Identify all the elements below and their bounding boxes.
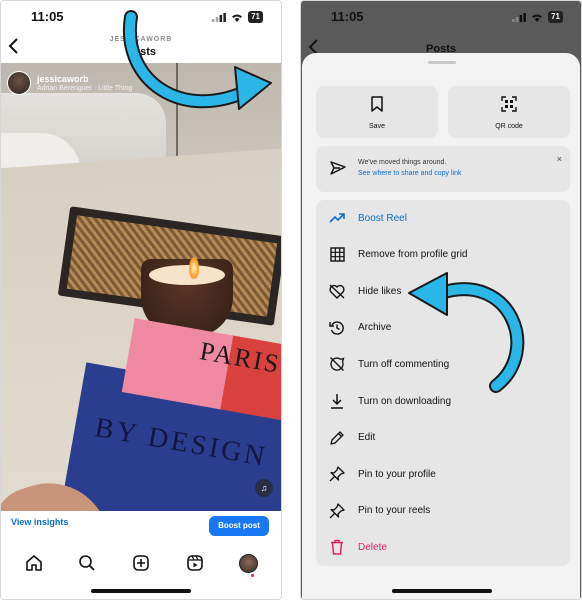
notice-text: We've moved things around. [358, 159, 447, 166]
download-icon [331, 394, 343, 409]
menu-item-label: Turn off commenting [358, 358, 450, 370]
more-options-icon[interactable]: ··· [256, 77, 273, 93]
grid-icon [329, 247, 345, 262]
save-label: Save [369, 123, 385, 130]
status-bar: 11:05 71 [1, 1, 281, 33]
mute-icon[interactable]: ♫ [255, 479, 273, 497]
menu-item-pin-to-profile[interactable]: Pin to your profile [316, 456, 570, 492]
home-indicator [392, 589, 492, 593]
right-phone-screen: 11:05 71 Posts Save QR code We've moved … [300, 0, 582, 600]
menu-item-label: Edit [358, 432, 376, 444]
status-bar: 11:05 71 [301, 1, 581, 33]
qr-code-label: QR code [495, 123, 523, 130]
home-indicator [91, 589, 191, 593]
search-icon[interactable] [76, 552, 98, 574]
status-icons: 71 [212, 11, 263, 23]
qr-code-button[interactable]: QR code [448, 86, 570, 138]
wifi-icon [232, 14, 243, 22]
book-title-main: BY DESIGN [92, 412, 270, 473]
status-time: 11:05 [31, 9, 64, 24]
options-sheet: Save QR code We've moved things around. … [302, 53, 580, 599]
notice-link[interactable]: See where to share and copy link [358, 170, 462, 177]
send-icon [330, 161, 346, 175]
menu-item-boost-reel[interactable]: Boost Reel [316, 200, 570, 236]
moved-notice: We've moved things around. See where to … [316, 146, 570, 192]
bookmark-icon [371, 96, 383, 112]
create-icon[interactable] [130, 552, 152, 574]
post-username[interactable]: jessicaworb [37, 74, 132, 84]
notification-dot [251, 574, 254, 577]
status-icons: 71 [512, 11, 563, 23]
left-phone-screen: 11:05 71 JESSICAWORB Posts PARIS BY DESI… [0, 0, 282, 600]
options-menu: Boost Reel Remove from profile grid Hide… [316, 200, 570, 566]
book: PARIS BY DESIGN [55, 318, 281, 511]
menu-item-hide-likes[interactable]: Hide likes [316, 273, 570, 309]
view-insights-link[interactable]: View insights [11, 517, 68, 527]
menu-item-label: Remove from profile grid [358, 249, 468, 261]
boost-post-button[interactable]: Boost post [209, 516, 269, 536]
wifi-icon [532, 14, 543, 22]
tab-bar [1, 549, 281, 577]
close-icon[interactable]: × [557, 154, 562, 164]
audio-label[interactable]: Adrian Berenguer · Little Thing [37, 85, 132, 92]
post-photo[interactable]: PARIS BY DESIGN jessicaworb Adrian Beren… [1, 63, 281, 511]
menu-item-delete[interactable]: Delete [316, 529, 570, 565]
comment-off-icon [330, 357, 345, 372]
qr-code-icon [501, 96, 517, 112]
signal-icon [512, 12, 526, 22]
menu-item-label: Turn on downloading [358, 395, 452, 407]
pencil-icon [330, 430, 344, 445]
avatar[interactable] [7, 71, 31, 95]
header: JESSICAWORB Posts [1, 33, 281, 63]
page-title: Posts [126, 46, 156, 58]
menu-item-label: Boost Reel [358, 212, 407, 224]
trash-icon [331, 540, 343, 556]
battery-icon: 71 [248, 11, 263, 23]
header-username: JESSICAWORB [109, 36, 173, 43]
post-author[interactable]: jessicaworb Adrian Berenguer · Little Th… [7, 71, 132, 95]
pin-icon [329, 503, 345, 519]
save-button[interactable]: Save [316, 86, 438, 138]
signal-icon [212, 12, 226, 22]
menu-item-turn-on-downloading[interactable]: Turn on downloading [316, 383, 570, 419]
menu-item-pin-to-reels[interactable]: Pin to your reels [316, 493, 570, 529]
archive-icon [329, 321, 344, 335]
menu-item-label: Archive [358, 322, 392, 334]
menu-item-label: Delete [358, 541, 387, 553]
menu-item-turn-off-commenting[interactable]: Turn off commenting [316, 346, 570, 382]
menu-item-archive[interactable]: Archive [316, 310, 570, 346]
profile-avatar[interactable] [237, 552, 259, 574]
reels-icon[interactable] [184, 552, 206, 574]
status-time: 11:05 [331, 9, 364, 24]
sheet-handle[interactable] [428, 61, 456, 64]
pin-icon [329, 466, 345, 482]
menu-item-label: Pin to your profile [358, 468, 436, 480]
menu-item-edit[interactable]: Edit [316, 420, 570, 456]
menu-item-label: Pin to your reels [358, 505, 431, 517]
heart-off-icon [329, 284, 345, 299]
trending-up-icon [329, 213, 345, 223]
menu-item-label: Hide likes [358, 285, 402, 297]
battery-icon: 71 [548, 11, 563, 23]
home-icon[interactable] [23, 552, 45, 574]
menu-item-remove-from-grid[interactable]: Remove from profile grid [316, 237, 570, 273]
